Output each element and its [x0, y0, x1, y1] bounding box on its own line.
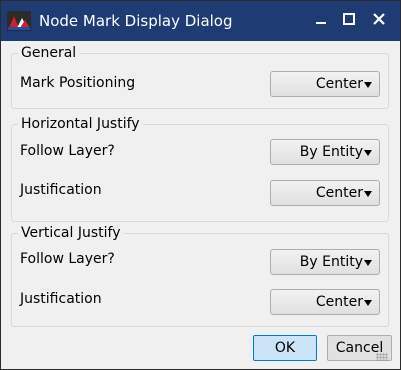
vertical-justification-label: Justification — [20, 291, 102, 307]
horizontal-justify-group: Horizontal Justify Follow Layer? By Enti… — [11, 115, 389, 222]
vertical-justify-group-title: Vertical Justify — [18, 224, 124, 242]
horizontal-follow-layer-dropdown[interactable]: By Entity — [270, 139, 380, 165]
chevron-down-icon — [364, 150, 372, 156]
minimize-icon — [316, 22, 326, 24]
maximize-icon — [343, 13, 355, 25]
mark-positioning-label: Mark Positioning — [20, 75, 136, 91]
horizontal-justification-value: Center — [315, 185, 363, 201]
dialog-content: General Mark Positioning Center Horizont… — [7, 41, 394, 365]
chevron-down-icon — [364, 191, 372, 197]
horizontal-justify-group-title: Horizontal Justify — [18, 115, 143, 133]
vertical-follow-layer-label: Follow Layer? — [20, 251, 115, 267]
chevron-down-icon — [364, 260, 372, 266]
window-title: Node Mark Display Dialog — [39, 12, 233, 30]
resize-grip[interactable] — [376, 353, 388, 361]
chevron-down-icon — [364, 82, 372, 88]
title-bar[interactable]: Node Mark Display Dialog — [1, 1, 400, 41]
vertical-justification-dropdown[interactable]: Center — [270, 289, 380, 315]
vertical-follow-layer-value: By Entity — [299, 254, 363, 270]
mark-positioning-value: Center — [315, 76, 363, 92]
minimize-button[interactable] — [307, 7, 335, 31]
vertical-justify-group: Vertical Justify Follow Layer? By Entity… — [11, 224, 389, 327]
maximize-button[interactable] — [335, 7, 363, 31]
close-icon — [373, 13, 385, 25]
app-logo-icon — [7, 11, 31, 31]
close-button[interactable] — [365, 7, 393, 31]
chevron-down-icon — [364, 300, 372, 306]
general-group: General Mark Positioning Center — [11, 44, 389, 109]
general-group-title: General — [18, 44, 80, 62]
ok-button[interactable]: OK — [253, 335, 317, 361]
vertical-justification-value: Center — [315, 294, 363, 310]
mark-positioning-dropdown[interactable]: Center — [270, 71, 380, 97]
horizontal-follow-layer-label: Follow Layer? — [20, 143, 115, 159]
horizontal-follow-layer-value: By Entity — [299, 144, 363, 160]
dialog-window: Node Mark Display Dialog General Mark Po… — [0, 0, 401, 370]
horizontal-justification-dropdown[interactable]: Center — [270, 180, 380, 206]
horizontal-justification-label: Justification — [20, 182, 102, 198]
vertical-follow-layer-dropdown[interactable]: By Entity — [270, 249, 380, 275]
